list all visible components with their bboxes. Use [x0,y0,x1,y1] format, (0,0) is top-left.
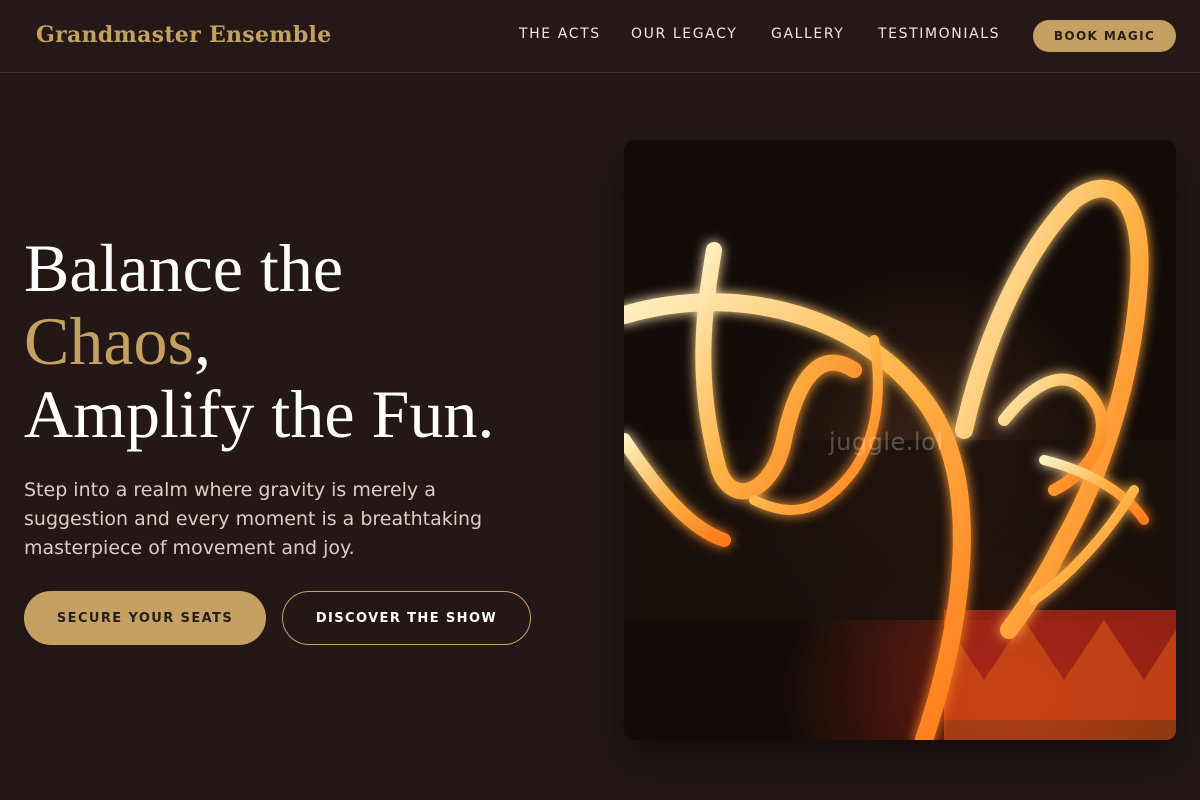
headline-line-3: Amplify the Fun. [24,376,495,452]
nav-link-gallery[interactable]: GALLERY [771,26,844,42]
hero-headline: Balance the Chaos, Amplify the Fun. [24,232,604,451]
hero-subtext: Step into a realm where gravity is merel… [24,479,483,559]
nav-link-our-legacy[interactable]: OUR LEGACY [631,26,737,42]
headline-accent-word: Chaos [24,303,194,379]
nav-link-the-acts[interactable]: THE ACTS [519,26,601,42]
image-watermark: juggle.lol [829,428,944,456]
top-navigation: Grandmaster Ensemble THE ACTS OUR LEGACY… [0,0,1200,73]
secure-seats-button[interactable]: SECURE YOUR SEATS [24,591,266,645]
hero-image-fire-juggling: juggle.lol [624,140,1176,740]
nav-link-testimonials[interactable]: TESTIMONIALS [878,26,1000,42]
discover-show-button[interactable]: DISCOVER THE SHOW [282,591,531,645]
headline-comma: , [194,303,211,379]
brand-logo[interactable]: Grandmaster Ensemble [36,22,332,48]
headline-line-1: Balance the [24,230,344,306]
book-magic-button[interactable]: BOOK MAGIC [1033,20,1176,52]
